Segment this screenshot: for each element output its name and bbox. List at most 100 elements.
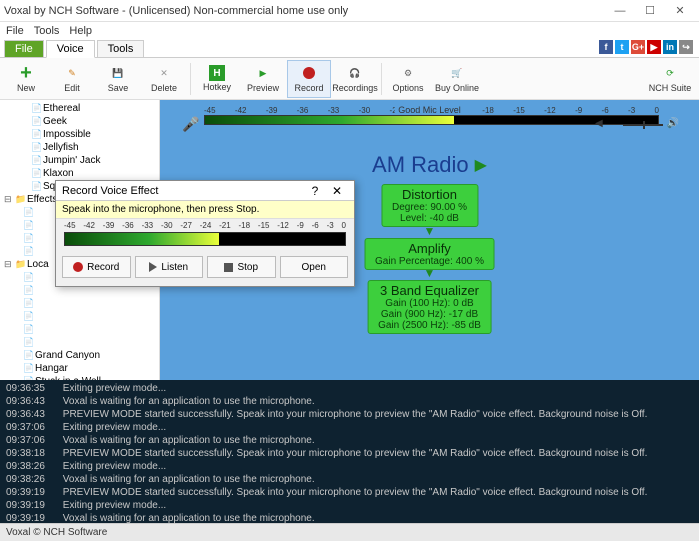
gear-icon: ⚙: [399, 64, 417, 82]
dialog-close-button[interactable]: ✕: [326, 184, 348, 198]
tree-item[interactable]: 📄: [2, 310, 157, 323]
tree-item[interactable]: 📄Klaxon: [2, 167, 157, 180]
nch-suite-button[interactable]: ⟳NCH Suite: [645, 60, 695, 98]
play-icon: [149, 262, 157, 272]
menu-file[interactable]: File: [6, 25, 24, 37]
suite-icon: ⟳: [661, 64, 679, 82]
play-icon: ▶: [254, 64, 272, 82]
dialog-help-button[interactable]: ?: [304, 184, 326, 198]
arrow-down-icon: ▼: [424, 266, 436, 280]
record-button[interactable]: Record: [287, 60, 331, 98]
menubar: File Tools Help: [0, 22, 699, 40]
tree-item[interactable]: 📄Stuck in a Well: [2, 375, 157, 380]
hotkey-button[interactable]: HHotkey: [195, 60, 239, 98]
hotkey-icon: H: [209, 65, 225, 81]
status-text: Voxal © NCH Software: [6, 527, 107, 538]
log-line: 09:37:06 Exiting preview mode...: [6, 421, 693, 434]
chain-title: AM Radio ▶: [372, 152, 487, 178]
mic-icon: 🎤: [182, 116, 199, 133]
save-button[interactable]: 💾Save: [96, 60, 140, 98]
toolbar-divider: [381, 63, 382, 95]
chain-play-icon[interactable]: ▶: [475, 155, 487, 175]
dialog-listen-button[interactable]: Listen: [135, 256, 204, 278]
dialog-titlebar[interactable]: Record Voice Effect ? ✕: [56, 181, 354, 201]
delete-icon: ✕: [155, 64, 173, 82]
social-links: f t G+ ▶ in ↪: [599, 40, 693, 54]
mic-bar: [204, 115, 659, 125]
tree-item[interactable]: 📄Hangar: [2, 362, 157, 375]
log-line: 09:39:19 Voxal is waiting for an applica…: [6, 512, 693, 523]
tree-item[interactable]: 📄Jumpin' Jack: [2, 154, 157, 167]
log-line: 09:38:18 PREVIEW MODE started successful…: [6, 447, 693, 460]
toolbar: +New ✎Edit 💾Save ✕Delete HHotkey ▶Previe…: [0, 58, 699, 100]
record-dialog: Record Voice Effect ? ✕ Speak into the m…: [55, 180, 355, 287]
log-line: 09:38:26 Exiting preview mode...: [6, 460, 693, 473]
recordings-button[interactable]: 🎧Recordings: [333, 60, 377, 98]
tree-item[interactable]: 📄Impossible: [2, 128, 157, 141]
effect-box[interactable]: DistortionDegree: 90.00 %Level: -40 dB: [381, 184, 478, 227]
tree-item[interactable]: 📄Jellyfish: [2, 141, 157, 154]
menu-tools[interactable]: Tools: [34, 25, 60, 37]
share-icon[interactable]: ↪: [679, 40, 693, 54]
mic-level-meter: 🎤 Good Mic Level -45-42-39-36-33-30-27-2…: [174, 106, 685, 134]
cart-icon: 🛒: [448, 64, 466, 82]
close-button[interactable]: ✕: [665, 1, 695, 21]
log-line: 09:36:43 PREVIEW MODE started successful…: [6, 408, 693, 421]
buy-button[interactable]: 🛒Buy Online: [432, 60, 482, 98]
options-button[interactable]: ⚙Options: [386, 60, 430, 98]
headphones-icon: 🎧: [346, 64, 364, 82]
tree-item[interactable]: 📄: [2, 323, 157, 336]
speaker-left-icon[interactable]: ◀: [595, 118, 603, 129]
log-line: 09:38:26 Voxal is waiting for an applica…: [6, 473, 693, 486]
statusbar: Voxal © NCH Software: [0, 523, 699, 541]
menu-help[interactable]: Help: [69, 25, 92, 37]
facebook-icon[interactable]: f: [599, 40, 613, 54]
log-line: 09:36:35 Exiting preview mode...: [6, 382, 693, 395]
tabbar: File Voice Tools f t G+ ▶ in ↪: [0, 40, 699, 58]
stop-icon: [224, 263, 233, 272]
save-icon: 💾: [109, 64, 127, 82]
linkedin-icon[interactable]: in: [663, 40, 677, 54]
twitter-icon[interactable]: t: [615, 40, 629, 54]
googleplus-icon[interactable]: G+: [631, 40, 645, 54]
tab-file[interactable]: File: [4, 40, 44, 57]
tab-tools[interactable]: Tools: [97, 40, 145, 57]
record-icon: [300, 64, 318, 82]
volume-slider[interactable]: [623, 124, 663, 126]
tree-item[interactable]: 📄: [2, 297, 157, 310]
window-title: Voxal by NCH Software - (Unlicensed) Non…: [4, 5, 605, 17]
tree-item[interactable]: 📄: [2, 336, 157, 349]
log-line: 09:37:06 Voxal is waiting for an applica…: [6, 434, 693, 447]
dialog-stop-button[interactable]: Stop: [207, 256, 276, 278]
dialog-record-button[interactable]: Record: [62, 256, 131, 278]
preview-button[interactable]: ▶Preview: [241, 60, 285, 98]
delete-button[interactable]: ✕Delete: [142, 60, 186, 98]
speaker-icon[interactable]: 🔊: [667, 118, 679, 129]
dialog-level-bar: [64, 232, 346, 246]
log-line: 09:39:19 PREVIEW MODE started successful…: [6, 486, 693, 499]
youtube-icon[interactable]: ▶: [647, 40, 661, 54]
tab-voice[interactable]: Voice: [46, 40, 95, 58]
dialog-ticks: -45-42-39-36-33-30-27-24-21-18-15-12-9-6…: [56, 219, 354, 230]
effect-box[interactable]: 3 Band EqualizerGain (100 Hz): 0 dBGain …: [367, 280, 492, 334]
arrow-down-icon: ▼: [424, 224, 436, 238]
log-line: 09:36:43 Voxal is waiting for an applica…: [6, 395, 693, 408]
tree-item[interactable]: 📄Grand Canyon: [2, 349, 157, 362]
minimize-button[interactable]: —: [605, 1, 635, 21]
edit-button[interactable]: ✎Edit: [50, 60, 94, 98]
dialog-open-button[interactable]: Open: [280, 256, 349, 278]
mic-level-label: Good Mic Level: [394, 105, 465, 115]
tree-item[interactable]: 📄Geek: [2, 115, 157, 128]
log-console[interactable]: 09:36:35 Exiting preview mode...09:36:43…: [0, 380, 699, 523]
dialog-hint: Speak into the microphone, then press St…: [56, 201, 354, 219]
plus-icon: +: [17, 64, 35, 82]
dialog-title: Record Voice Effect: [62, 185, 304, 197]
new-button[interactable]: +New: [4, 60, 48, 98]
toolbar-divider: [190, 63, 191, 95]
log-line: 09:39:19 Exiting preview mode...: [6, 499, 693, 512]
maximize-button[interactable]: ☐: [635, 1, 665, 21]
titlebar: Voxal by NCH Software - (Unlicensed) Non…: [0, 0, 699, 22]
tree-item[interactable]: 📄Ethereal: [2, 102, 157, 115]
record-icon: [73, 262, 83, 272]
pencil-icon: ✎: [63, 64, 81, 82]
